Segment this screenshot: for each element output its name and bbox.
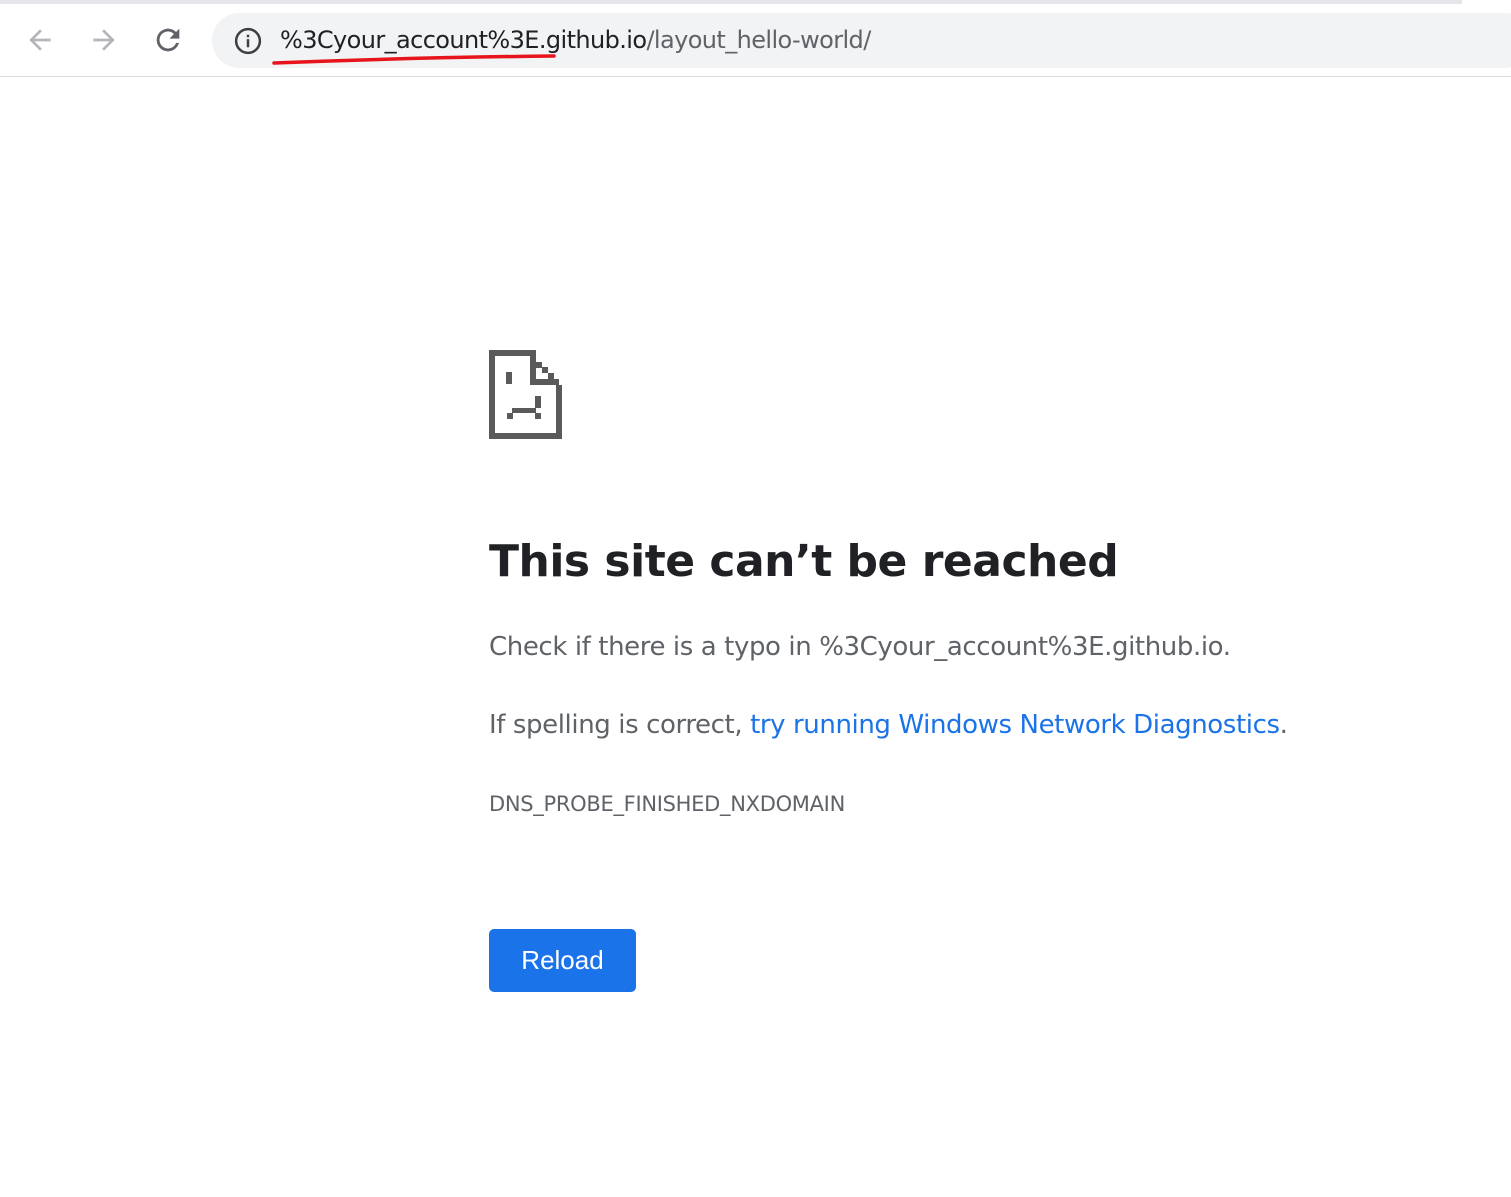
- sad-page-icon: [489, 350, 562, 439]
- url-host: %3Cyour_account%3E.github.io: [280, 26, 647, 54]
- browser-toolbar: %3Cyour_account%3E.github.io/layout_hell…: [0, 0, 1511, 77]
- reload-button[interactable]: Reload: [489, 929, 636, 992]
- reload-toolbar-button[interactable]: [146, 18, 190, 62]
- tab-strip-edge: [0, 0, 1462, 4]
- red-annotation-underline: [272, 54, 556, 65]
- diagnostics-hint: If spelling is correct, try running Wind…: [489, 710, 1288, 740]
- arrow-right-icon: [93, 29, 115, 51]
- error-heading: This site can’t be reached: [489, 536, 1119, 587]
- arrow-left-icon: [29, 29, 51, 51]
- typo-hint-prefix: Check if there is a typo in: [489, 632, 820, 662]
- reload-icon: [156, 28, 180, 52]
- error-code: DNS_PROBE_FINISHED_NXDOMAIN: [489, 792, 845, 816]
- url-path: /layout_hello-world/: [646, 26, 871, 54]
- typo-hint: Check if there is a typo in %3Cyour_acco…: [489, 632, 1231, 662]
- back-button[interactable]: [18, 18, 62, 62]
- diagnostics-hint-suffix: .: [1279, 710, 1288, 740]
- typo-hint-host: %3Cyour_account%3E.github.io: [819, 632, 1223, 662]
- url-text[interactable]: %3Cyour_account%3E.github.io/layout_hell…: [280, 23, 871, 57]
- diagnostics-hint-prefix: If spelling is correct,: [489, 710, 751, 740]
- info-icon[interactable]: [233, 26, 263, 56]
- forward-button[interactable]: [82, 18, 126, 62]
- diagnostics-link[interactable]: try running Windows Network Diagnostics: [750, 710, 1280, 740]
- typo-hint-suffix: .: [1222, 632, 1231, 662]
